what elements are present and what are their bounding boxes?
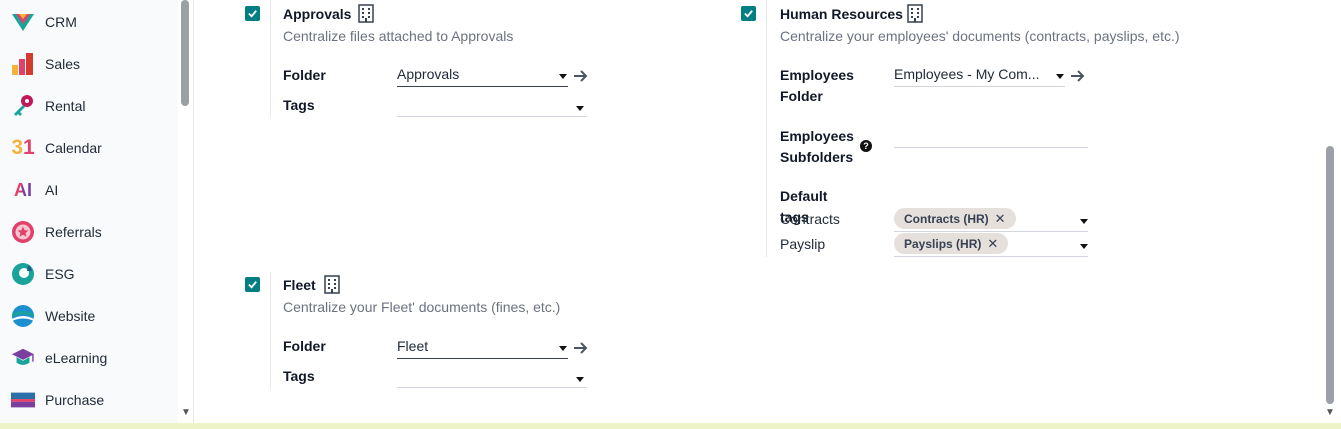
scroll-down-icon[interactable]: ▼ (181, 408, 191, 418)
remove-tag-icon[interactable]: ✕ (987, 236, 998, 252)
arrow-right-icon[interactable] (573, 69, 589, 83)
company-building-icon (324, 275, 340, 294)
sidebar-item-sales[interactable]: Sales (0, 43, 178, 85)
dropdown-caret-icon (576, 106, 584, 111)
sidebar-item-label: AI (45, 182, 59, 198)
sidebar-item-website[interactable]: Website (0, 295, 178, 337)
approvals-indent-line (270, 0, 271, 118)
sidebar-scrollbar[interactable]: ▼ (181, 0, 191, 423)
website-icon (11, 304, 35, 328)
approvals-description: Centralize files attached to Approvals (283, 28, 514, 44)
remove-tag-icon[interactable]: ✕ (995, 211, 1006, 227)
arrow-right-icon[interactable] (1070, 69, 1086, 83)
employees-folder-select[interactable]: Employees - My Com... (894, 65, 1065, 87)
rental-icon (11, 94, 35, 118)
employees-subfolders-input[interactable] (894, 126, 1088, 148)
hr-indent-line (766, 0, 767, 257)
hr-description: Centralize your employees' documents (co… (780, 28, 1180, 44)
sidebar-item-crm[interactable]: CRM (0, 1, 178, 43)
apps-sidebar: CRM Sales Rental 31 Calendar AI AI Refer… (0, 0, 178, 423)
check-icon (248, 281, 257, 289)
check-icon (744, 10, 753, 18)
payslip-label: Payslip (780, 236, 826, 252)
main-scrollbar-thumb[interactable] (1326, 146, 1334, 404)
esg-icon (11, 262, 35, 286)
help-tooltip-icon[interactable]: ? (860, 140, 872, 152)
fleet-description: Centralize your Fleet' documents (fines,… (283, 299, 561, 315)
contracts-hr-tag: Contracts (HR) ✕ (894, 208, 1016, 229)
hr-title: Human Resources (780, 6, 903, 22)
sidebar-divider (193, 0, 194, 423)
sidebar-item-referrals[interactable]: Referrals (0, 211, 178, 253)
approvals-tags-select[interactable] (397, 95, 587, 117)
sales-icon (11, 52, 35, 76)
hr-checkbox[interactable] (741, 6, 756, 21)
fleet-checkbox[interactable] (245, 277, 260, 292)
sidebar-item-label: CRM (45, 14, 77, 30)
approvals-folder-select[interactable]: Approvals (397, 65, 568, 87)
purchase-icon (11, 388, 35, 412)
bottom-strip (0, 423, 1341, 429)
sidebar-item-esg[interactable]: ESG (0, 253, 178, 295)
arrow-right-icon[interactable] (573, 341, 589, 355)
dropdown-caret-icon (559, 346, 567, 351)
sidebar-item-label: Rental (45, 98, 86, 114)
dropdown-caret-icon (1080, 244, 1088, 249)
fleet-folder-select[interactable]: Fleet (397, 337, 568, 359)
check-icon (248, 10, 257, 18)
company-building-icon (907, 4, 923, 23)
sidebar-item-elearning[interactable]: eLearning (0, 337, 178, 379)
sidebar-scrollbar-thumb[interactable] (181, 0, 189, 106)
sidebar-item-label: Purchase (45, 392, 105, 408)
fleet-folder-label: Folder (283, 338, 326, 354)
sidebar-item-purchase[interactable]: Purchase (0, 379, 178, 421)
main-scrollbar[interactable]: ▼ (1325, 0, 1335, 423)
sidebar-item-label: Sales (45, 56, 81, 72)
dropdown-caret-icon (576, 377, 584, 382)
dropdown-caret-icon (1056, 74, 1064, 79)
calendar-icon: 31 (11, 136, 35, 159)
scroll-down-icon[interactable]: ▼ (1325, 408, 1335, 418)
approvals-checkbox[interactable] (245, 6, 260, 21)
fleet-tags-label: Tags (283, 368, 315, 384)
fleet-tags-select[interactable] (397, 366, 587, 388)
contracts-label: Contracts (780, 211, 840, 227)
payslips-hr-tag: Payslips (HR) ✕ (894, 233, 1009, 254)
sidebar-item-label: Website (45, 308, 96, 324)
sidebar-item-label: Calendar (45, 140, 102, 156)
sidebar-item-rental[interactable]: Rental (0, 85, 178, 127)
approvals-title: Approvals (283, 6, 352, 22)
fleet-indent-line (270, 272, 271, 390)
approvals-tags-label: Tags (283, 97, 315, 113)
sidebar-item-label: eLearning (45, 350, 108, 366)
employees-subfolders-label: Employees Subfolders (780, 128, 854, 165)
dropdown-caret-icon (1080, 219, 1088, 224)
employees-folder-label: Employees Folder (780, 67, 854, 104)
referrals-icon (11, 220, 35, 244)
company-building-icon (358, 4, 374, 23)
elearning-icon (11, 346, 35, 370)
sidebar-item-ai[interactable]: AI AI (0, 169, 178, 211)
sidebar-item-label: ESG (45, 266, 75, 282)
sidebar-item-calendar[interactable]: 31 Calendar (0, 127, 178, 169)
ai-icon: AI (14, 179, 32, 200)
sidebar-item-label: Referrals (45, 224, 102, 240)
dropdown-caret-icon (559, 74, 567, 79)
crm-icon (11, 10, 35, 34)
approvals-folder-label: Folder (283, 67, 326, 83)
fleet-title: Fleet (283, 277, 316, 293)
